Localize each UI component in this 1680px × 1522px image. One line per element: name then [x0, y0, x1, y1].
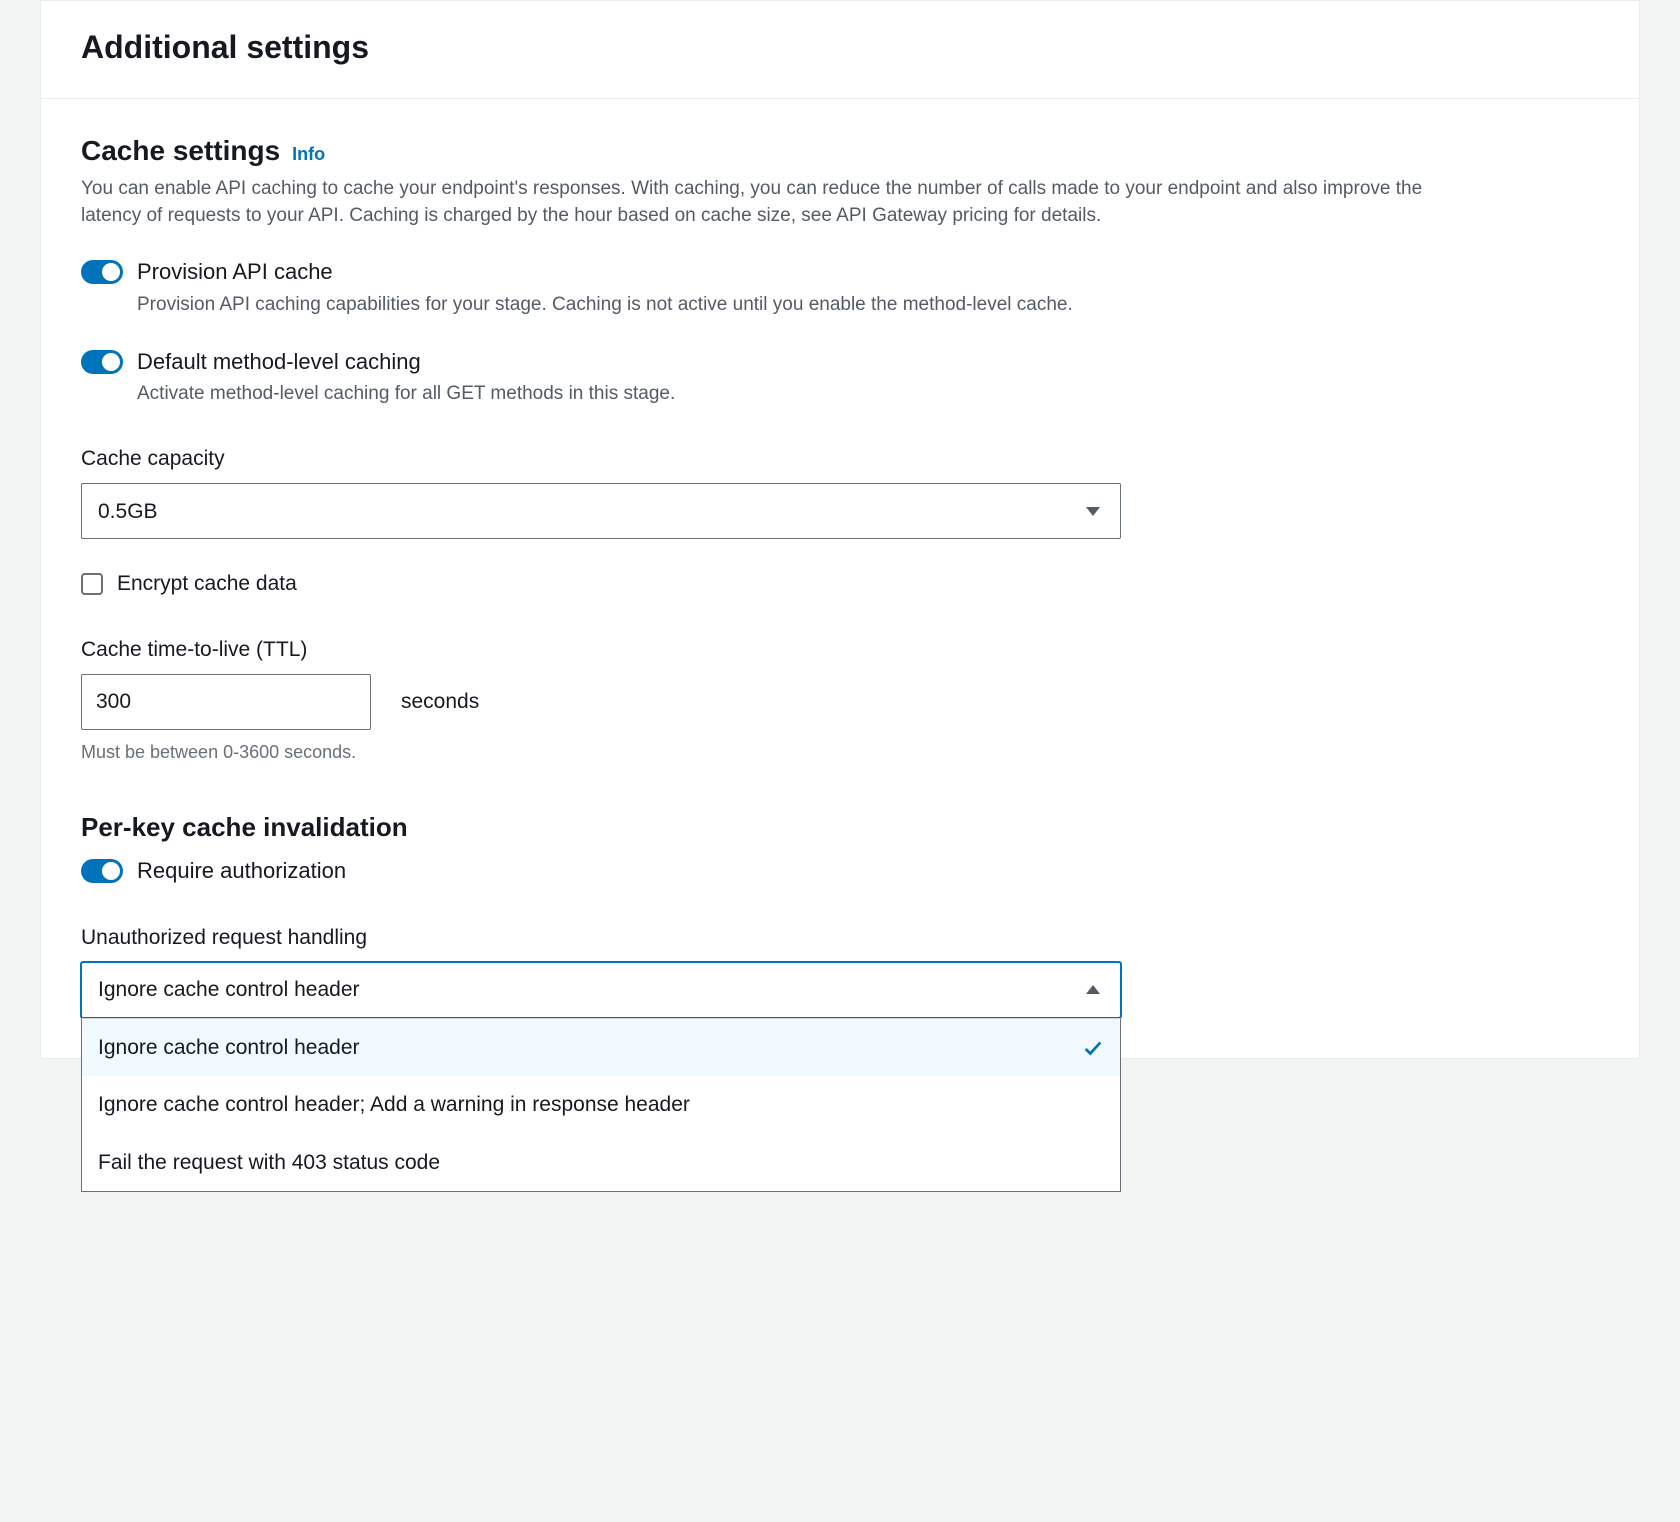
panel-body: Cache settings Info You can enable API c…	[41, 99, 1639, 1058]
panel-title: Additional settings	[81, 25, 1599, 70]
cache-capacity-label: Cache capacity	[81, 444, 1599, 473]
unauth-option-label: Ignore cache control header; Add a warni…	[98, 1090, 690, 1119]
require-authorization-label: Require authorization	[137, 856, 1599, 887]
cache-ttl-hint: Must be between 0-3600 seconds.	[81, 740, 1599, 765]
panel-header: Additional settings	[41, 1, 1639, 99]
cache-ttl-label: Cache time-to-live (TTL)	[81, 635, 1599, 664]
cache-settings-info-link[interactable]: Info	[292, 142, 325, 167]
unauth-option-ignore[interactable]: Ignore cache control header	[82, 1019, 1120, 1076]
cache-ttl-unit: seconds	[401, 687, 479, 716]
cache-settings-title: Cache settings	[81, 131, 280, 170]
caret-up-icon	[1086, 985, 1100, 994]
unauthorized-handling-label: Unauthorized request handling	[81, 923, 1599, 952]
unauth-option-label: Fail the request with 403 status code	[98, 1148, 440, 1177]
provision-api-cache-toggle[interactable]	[81, 260, 123, 284]
unauth-option-ignore-warn[interactable]: Ignore cache control header; Add a warni…	[82, 1076, 1120, 1133]
check-icon	[1082, 1037, 1104, 1059]
additional-settings-panel: Additional settings Cache settings Info …	[40, 0, 1640, 1059]
cache-capacity-field: Cache capacity 0.5GB	[81, 444, 1599, 539]
cache-ttl-field: Cache time-to-live (TTL) seconds Must be…	[81, 635, 1599, 766]
cache-settings-description: You can enable API caching to cache your…	[81, 176, 1481, 229]
provision-api-cache-row: Provision API cache Provision API cachin…	[81, 257, 1599, 318]
require-authorization-toggle[interactable]	[81, 859, 123, 883]
per-key-invalidation-title: Per-key cache invalidation	[81, 809, 1599, 845]
default-method-caching-row: Default method-level caching Activate me…	[81, 347, 1599, 408]
unauth-option-label: Ignore cache control header	[98, 1033, 360, 1062]
encrypt-cache-label: Encrypt cache data	[117, 569, 297, 598]
encrypt-cache-row: Encrypt cache data	[81, 569, 1599, 598]
unauth-option-fail-403[interactable]: Fail the request with 403 status code	[82, 1134, 1120, 1191]
default-method-caching-label: Default method-level caching	[137, 347, 1599, 378]
encrypt-cache-checkbox[interactable]	[81, 573, 103, 595]
unauthorized-handling-value: Ignore cache control header	[98, 975, 360, 1004]
unauthorized-handling-listbox: Ignore cache control header Ignore cache…	[81, 1018, 1121, 1192]
cache-ttl-input[interactable]	[81, 674, 371, 730]
require-authorization-row: Require authorization	[81, 856, 1599, 887]
caret-down-icon	[1086, 507, 1100, 516]
provision-api-cache-description: Provision API caching capabilities for y…	[137, 292, 1599, 319]
provision-api-cache-label: Provision API cache	[137, 257, 1599, 288]
default-method-caching-description: Activate method-level caching for all GE…	[137, 381, 1599, 408]
unauthorized-handling-field: Unauthorized request handling Ignore cac…	[81, 923, 1599, 1018]
unauthorized-handling-select[interactable]: Ignore cache control header	[81, 962, 1121, 1018]
cache-capacity-value: 0.5GB	[98, 497, 158, 526]
default-method-caching-toggle[interactable]	[81, 350, 123, 374]
cache-capacity-select[interactable]: 0.5GB	[81, 483, 1121, 539]
cache-settings-title-row: Cache settings Info	[81, 131, 1599, 170]
